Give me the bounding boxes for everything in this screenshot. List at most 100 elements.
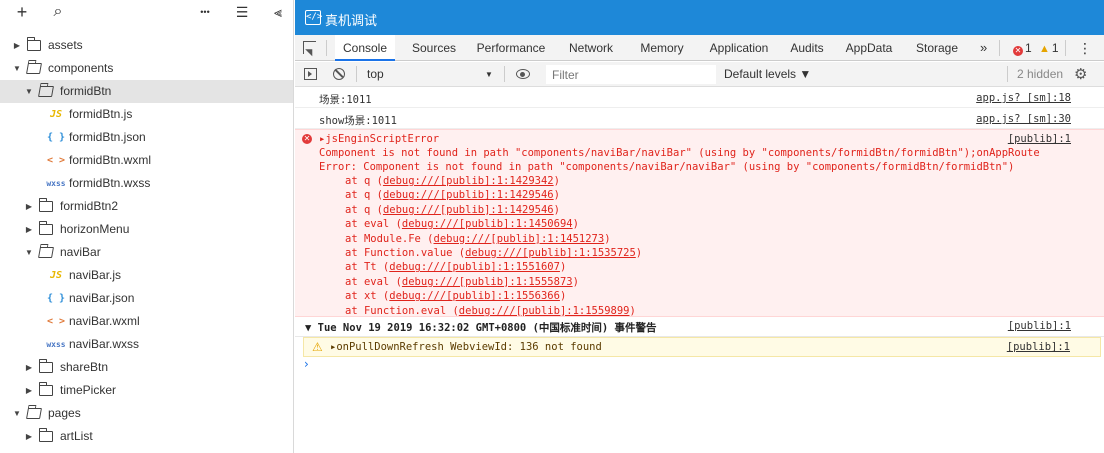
tree-file[interactable]: JS formidBtn.js xyxy=(0,103,293,126)
collapse-all-icon[interactable]: ☰ xyxy=(232,2,252,22)
stack-function: at Module.Fe ( xyxy=(345,232,434,245)
json-file-icon: { } xyxy=(46,132,66,143)
stack-function: at Tt ( xyxy=(345,261,390,274)
tab-console[interactable]: Console xyxy=(335,35,395,61)
divider xyxy=(1007,66,1008,82)
error-message-block: ✕ ▸jsEnginScriptError [publib]:1 Compone… xyxy=(295,129,1104,317)
group-title: ▼ Tue Nov 19 2019 16:32:02 GMT+0800 (中国标… xyxy=(305,322,657,334)
chevron-right-icon[interactable]: ▶ xyxy=(24,356,34,379)
tree-folder[interactable]: ▼ formidBtn xyxy=(0,80,293,103)
search-icon[interactable]: ⌕ xyxy=(48,2,68,22)
clear-console-icon[interactable] xyxy=(333,68,345,80)
console-sidebar-icon[interactable] xyxy=(304,68,317,80)
tree-folder[interactable]: ▶ artList xyxy=(0,425,293,448)
tree-folder[interactable]: ▼ naviBar xyxy=(0,241,293,264)
tree-item-label: naviBar.js xyxy=(69,268,122,282)
tree-item-label: artList xyxy=(60,429,93,443)
stack-frame: at q (debug:///[publib]:1:1429546) xyxy=(345,204,560,217)
kebab-menu-icon[interactable]: ⋮ xyxy=(1078,40,1092,56)
tree-folder[interactable]: ▼ components xyxy=(0,57,293,80)
stack-source-link[interactable]: debug:///[publib]:1:1556366 xyxy=(389,290,560,302)
log-row: show场景:1011 app.js? [sm]:30 xyxy=(295,108,1104,129)
tree-file[interactable]: { } formidBtn.json xyxy=(0,126,293,149)
stack-function: at eval ( xyxy=(345,275,402,288)
title-bar: </> 真机调试 xyxy=(295,0,1104,35)
folder-icon xyxy=(38,221,53,235)
more-tabs-icon[interactable]: » xyxy=(980,40,987,56)
chevron-down-icon[interactable]: ▼ xyxy=(12,57,22,80)
context-selector[interactable]: top xyxy=(367,62,384,87)
chevron-down-icon[interactable]: ▼ xyxy=(24,241,34,264)
stack-source-link[interactable]: debug:///[publib]:1:1559899 xyxy=(459,305,630,317)
stack-source-link[interactable]: debug:///[publib]:1:1555873 xyxy=(402,276,573,288)
tree-file[interactable]: < > formidBtn.wxml xyxy=(0,149,293,172)
warning-text[interactable]: ▸onPullDownRefresh WebviewId: 136 not fo… xyxy=(330,341,602,353)
tree-folder[interactable]: ▶ shareBtn xyxy=(0,356,293,379)
tree-file[interactable]: wxss formidBtn.wxss xyxy=(0,172,293,195)
stack-source-link[interactable]: debug:///[publib]:1:1535725 xyxy=(465,247,636,259)
gear-icon[interactable]: ⚙ xyxy=(1074,62,1087,87)
tree-file[interactable]: < > naviBar.wxml xyxy=(0,310,293,333)
console-group-header[interactable]: ▼ Tue Nov 19 2019 16:32:02 GMT+0800 (中国标… xyxy=(295,317,1104,337)
error-count-badge[interactable]: ✕ 1 xyxy=(1013,40,1032,56)
eye-icon[interactable] xyxy=(516,69,530,79)
tab-application[interactable]: Application xyxy=(701,35,777,61)
tree-folder[interactable]: ▶ formidBtn2 xyxy=(0,195,293,218)
chevron-right-icon[interactable]: ▶ xyxy=(24,218,34,241)
stack-source-link[interactable]: debug:///[publib]:1:1450694 xyxy=(402,218,573,230)
stack-source-link[interactable]: debug:///[publib]:1:1429546 xyxy=(383,189,554,201)
stack-source-link[interactable]: debug:///[publib]:1:1551607 xyxy=(389,261,560,273)
tree-file[interactable]: { } naviBar.json xyxy=(0,287,293,310)
tab-memory[interactable]: Memory xyxy=(629,35,695,61)
tree-folder[interactable]: ▶ horizonMenu xyxy=(0,218,293,241)
more-icon[interactable]: ••• xyxy=(194,2,216,22)
inspect-element-icon[interactable] xyxy=(303,41,316,54)
stack-source-link[interactable]: debug:///[publib]:1:1429546 xyxy=(383,204,554,216)
chevron-right-icon[interactable]: ▶ xyxy=(12,34,22,57)
tab-appdata[interactable]: AppData xyxy=(839,35,899,61)
log-levels-dropdown[interactable]: Default levels ▼ xyxy=(724,62,811,87)
source-link[interactable]: [publib]:1 xyxy=(1008,133,1071,145)
tree-folder[interactable]: ▼ pages xyxy=(0,402,293,425)
console-prompt[interactable]: › xyxy=(304,357,309,371)
warning-count-badge[interactable]: ▲ 1 xyxy=(1039,40,1059,56)
tree-item-label: formidBtn.wxss xyxy=(69,176,151,190)
chevron-down-icon[interactable]: ▼ xyxy=(12,402,22,425)
tree-folder[interactable]: ▶ assets xyxy=(0,34,293,57)
tree-item-label: pages xyxy=(48,406,81,420)
tree-file[interactable]: wxss naviBar.wxss xyxy=(0,333,293,356)
tree-item-label: naviBar.json xyxy=(69,291,135,305)
filter-input[interactable] xyxy=(546,65,716,84)
tree-item-label: naviBar.wxss xyxy=(69,337,140,351)
stack-source-link[interactable]: debug:///[publib]:1:1429342 xyxy=(383,175,554,187)
chevron-right-icon[interactable]: ▶ xyxy=(24,195,34,218)
stack-function: at eval ( xyxy=(345,218,402,231)
chevron-down-icon[interactable]: ▼ xyxy=(24,80,34,103)
console-filter-bar: top ▼ Default levels ▼ 2 hidden ⚙ xyxy=(295,62,1104,87)
wxss-file-icon: wxss xyxy=(46,179,66,188)
error-title[interactable]: ▸jsEnginScriptError xyxy=(319,133,439,146)
js-file-icon: JS xyxy=(49,270,63,281)
error-message: Component is not found in path "componen… xyxy=(319,147,1040,159)
chevron-right-icon[interactable]: ▶ xyxy=(24,379,34,402)
source-link[interactable]: app.js? [sm]:18 xyxy=(976,92,1071,104)
source-link[interactable]: [publib]:1 xyxy=(1007,341,1070,353)
tree-folder[interactable]: ▶ timePicker xyxy=(0,379,293,402)
add-icon[interactable]: + xyxy=(12,2,32,22)
tree-item-label: formidBtn xyxy=(60,84,112,98)
split-view-icon[interactable]: ⫷ xyxy=(268,2,288,22)
source-link[interactable]: app.js? [sm]:30 xyxy=(976,113,1071,125)
devtools-tabs: Console Sources Performance Network Memory Ap… xyxy=(295,35,1104,61)
file-explorer: + ⌕ ••• ☰ ⫷ ▶ assets ▼ components ▼ formidBtn… xyxy=(0,0,294,453)
tab-storage[interactable]: Storage xyxy=(905,35,969,61)
source-link[interactable]: [publib]:1 xyxy=(1008,320,1071,332)
chevron-down-icon[interactable]: ▼ xyxy=(485,62,493,87)
tab-sources[interactable]: Sources xyxy=(403,35,465,61)
stack-paren: ) xyxy=(604,232,611,245)
stack-source-link[interactable]: debug:///[publib]:1:1451273 xyxy=(434,233,605,245)
tab-network[interactable]: Network xyxy=(559,35,623,61)
tree-file[interactable]: JS naviBar.js xyxy=(0,264,293,287)
tab-performance[interactable]: Performance xyxy=(469,35,553,61)
chevron-right-icon[interactable]: ▶ xyxy=(24,425,34,448)
tab-audits[interactable]: Audits xyxy=(783,35,831,61)
